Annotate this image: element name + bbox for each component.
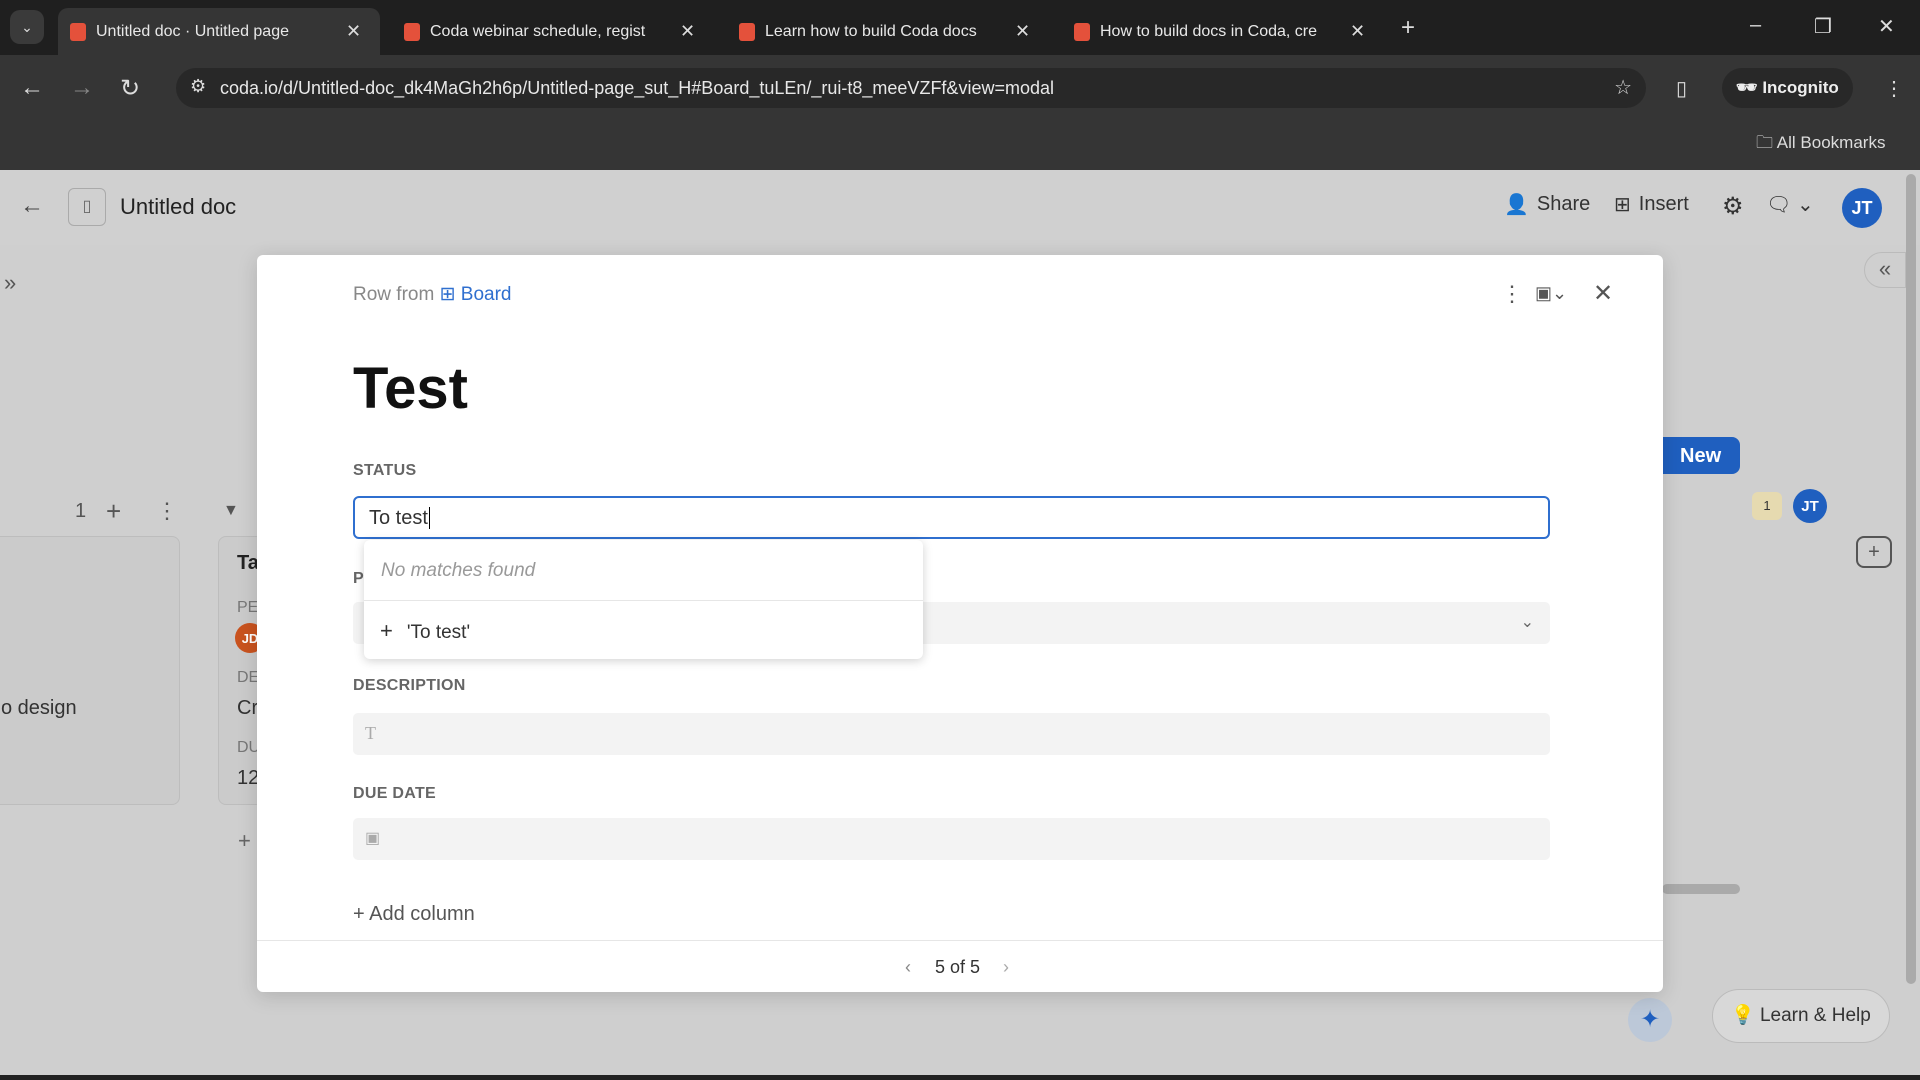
plus-icon: +	[380, 618, 393, 643]
share-button[interactable]: 👤 Share	[1504, 192, 1590, 217]
incognito-indicator[interactable]: 🕶 Incognito	[1722, 68, 1853, 108]
bookmark-star-icon[interactable]: ☆	[1614, 75, 1632, 100]
add-card-icon[interactable]: +	[106, 496, 121, 527]
horizontal-scrollbar[interactable]	[1662, 884, 1740, 894]
collapse-group-icon[interactable]: ▼	[223, 502, 239, 520]
table-link[interactable]: Board	[461, 284, 512, 305]
view-mode-icon[interactable]: ▣⌄	[1535, 283, 1567, 304]
close-tab-icon[interactable]: ✕	[346, 21, 361, 42]
due-date-field[interactable]: ▣	[353, 818, 1550, 860]
restore-button[interactable]: ❐	[1814, 14, 1832, 39]
add-column-button[interactable]: + Add column	[353, 903, 475, 926]
page-icon: ▯	[68, 188, 106, 226]
coda-favicon-icon	[404, 22, 420, 41]
browser-menu-icon[interactable]: ⋮	[1884, 76, 1904, 101]
footer-divider	[257, 940, 1663, 941]
calendar-icon: ▣	[365, 830, 381, 847]
coda-favicon-icon	[70, 22, 86, 41]
coda-favicon-icon	[1074, 22, 1090, 41]
side-panel-icon[interactable]: ▯	[1676, 76, 1687, 101]
status-label: STATUS	[353, 462, 417, 479]
more-options-icon[interactable]: ⋮	[1501, 281, 1523, 307]
row-source: Row from ⊞ Board	[353, 284, 512, 305]
learn-help-button[interactable]: 💡 Learn & Help	[1712, 989, 1890, 1043]
tab-search-button[interactable]: ⌄	[10, 10, 44, 44]
tab-0[interactable]: Untitled doc · Untitled page ✕	[58, 8, 380, 55]
user-avatar[interactable]: JT	[1842, 188, 1882, 228]
status-dropdown: No matches found + 'To test'	[364, 540, 923, 659]
all-bookmarks[interactable]: 🗀 All Bookmarks	[1756, 130, 1885, 159]
tab-1[interactable]: Coda webinar schedule, regist ✕	[392, 8, 714, 55]
text-type-icon: T	[365, 723, 376, 743]
forward-button[interactable]: →	[70, 74, 94, 102]
board-card[interactable]: o design	[0, 536, 180, 805]
comments-icon[interactable]: 🗨 ⌄	[1766, 192, 1814, 217]
comment-count-badge[interactable]: 1	[1752, 492, 1782, 520]
group-count: 1	[75, 500, 87, 522]
vertical-scrollbar[interactable]	[1906, 174, 1916, 984]
avatar: JT	[1793, 489, 1827, 523]
previous-row-icon[interactable]: ‹	[905, 957, 911, 978]
add-card-icon[interactable]: +	[238, 828, 251, 854]
description-field[interactable]: T	[353, 713, 1550, 755]
close-tab-icon[interactable]: ✕	[680, 21, 695, 42]
description-label: DESCRIPTION	[353, 677, 466, 694]
collapse-panel-icon[interactable]: «	[1864, 252, 1906, 288]
due-date-label: DUE DATE	[353, 785, 436, 802]
row-detail-modal: Row from ⊞ Board ⋮ ▣⌄ ✕ Test STATUS To t…	[257, 255, 1663, 992]
chevron-down-icon: ⌄	[1520, 614, 1534, 631]
grid-icon: ⊞	[1614, 194, 1631, 216]
site-info-icon[interactable]: ⚙	[190, 76, 206, 97]
doc-header: ← ▯ Untitled doc 👤 Share ⊞ Insert ⚙ 🗨 ⌄ JT	[0, 170, 1920, 245]
browser-chrome: ⌄ Untitled doc · Untitled page ✕ Coda web…	[0, 0, 1920, 170]
no-matches-text: No matches found	[381, 560, 536, 581]
settings-gear-icon[interactable]: ⚙	[1722, 192, 1744, 221]
tab-3[interactable]: How to build docs in Coda, cre ✕	[1062, 8, 1384, 55]
insert-button[interactable]: ⊞ Insert	[1614, 192, 1689, 217]
add-comment-icon[interactable]: +	[1856, 536, 1892, 568]
back-button[interactable]: ←	[20, 74, 44, 102]
back-arrow-icon[interactable]: ←	[20, 192, 44, 220]
minimize-button[interactable]: –	[1750, 14, 1761, 37]
close-tab-icon[interactable]: ✕	[1350, 21, 1365, 42]
taskbar-edge	[0, 1075, 1920, 1080]
status-input[interactable]: To test	[353, 496, 1550, 539]
coda-favicon-icon	[739, 22, 755, 41]
next-row-icon[interactable]: ›	[1003, 957, 1009, 978]
row-pager: 5 of 5	[935, 957, 981, 977]
address-bar[interactable]: ⚙ coda.io/d/Untitled-doc_dk4MaGh2h6p/Unt…	[176, 68, 1646, 108]
person-label: P	[353, 570, 364, 587]
add-option-item[interactable]: + 'To test'	[380, 618, 470, 644]
group-menu-icon[interactable]: ⋮	[156, 498, 178, 524]
expand-sidebar-icon[interactable]: »	[4, 270, 16, 296]
close-modal-icon[interactable]: ✕	[1593, 279, 1613, 308]
tab-2[interactable]: Learn how to build Coda docs ✕	[727, 8, 1049, 55]
tab-strip: ⌄ Untitled doc · Untitled page ✕ Coda web…	[0, 0, 1920, 55]
row-title[interactable]: Test	[353, 355, 468, 422]
ai-sparkle-button[interactable]: ✦	[1628, 998, 1672, 1042]
new-tab-button[interactable]: +	[1401, 14, 1415, 42]
doc-title[interactable]: Untitled doc	[120, 194, 236, 220]
table-icon: ⊞	[439, 284, 456, 305]
person-icon: 👤	[1504, 194, 1529, 216]
reload-button[interactable]: ↻	[120, 74, 140, 103]
close-tab-icon[interactable]: ✕	[1015, 21, 1030, 42]
close-window-button[interactable]: ✕	[1878, 14, 1895, 39]
